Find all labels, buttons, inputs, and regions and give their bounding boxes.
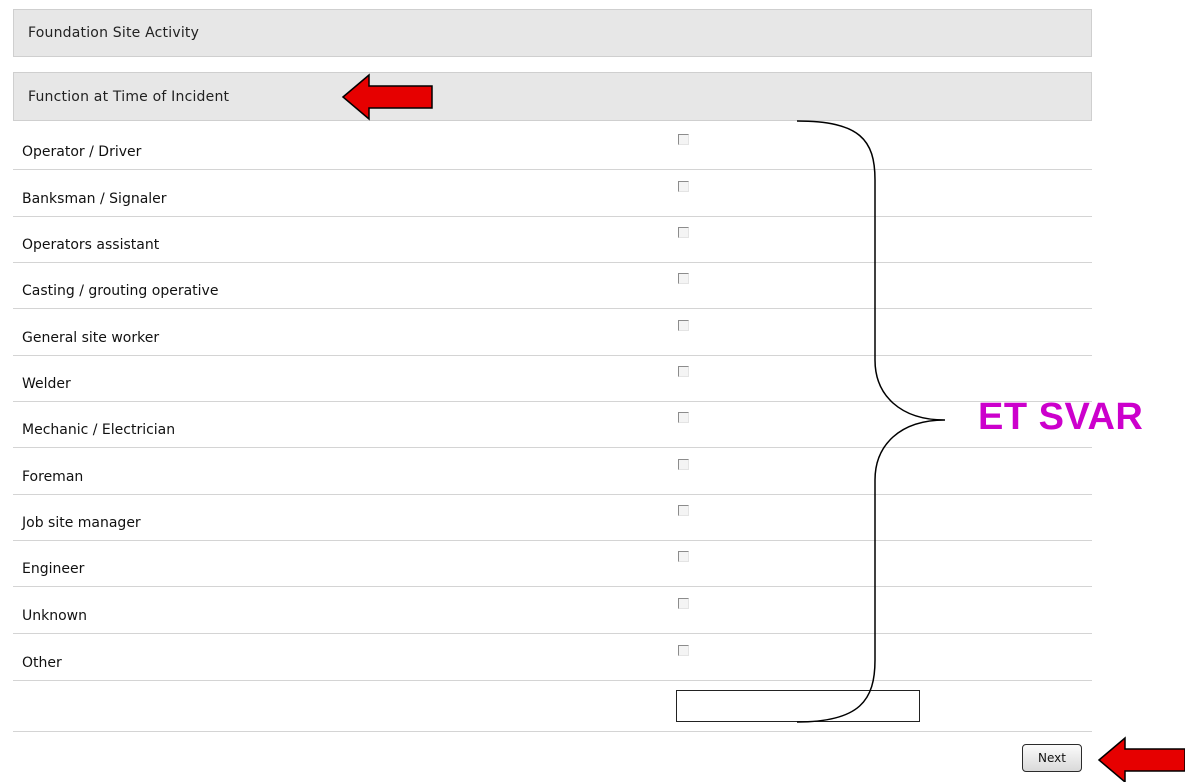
option-label: Mechanic / Electrician (22, 422, 176, 438)
option-label: Casting / grouting operative (22, 283, 219, 299)
option-checkbox[interactable] (678, 551, 689, 562)
next-button[interactable]: Next (1022, 744, 1082, 772)
option-label: Welder (22, 376, 71, 392)
option-row: Unknown (13, 588, 1092, 634)
section-header-foundation-site-activity: Foundation Site Activity (13, 9, 1092, 57)
section-title: Function at Time of Incident (28, 88, 230, 105)
option-checkbox[interactable] (678, 366, 689, 377)
option-row: Casting / grouting operative (13, 263, 1092, 309)
option-row: Other (13, 635, 1092, 681)
option-label: Banksman / Signaler (22, 191, 167, 207)
section-title: Foundation Site Activity (28, 25, 200, 41)
other-text-row (13, 684, 1092, 732)
option-checkbox[interactable] (678, 459, 689, 470)
option-checkbox[interactable] (678, 412, 689, 423)
option-row: Mechanic / Electrician (13, 402, 1092, 448)
option-label: Engineer (22, 561, 85, 577)
option-row: Job site manager (13, 495, 1092, 541)
option-row: Welder (13, 356, 1092, 402)
option-row: Operator / Driver (13, 124, 1092, 170)
option-label: General site worker (22, 330, 160, 346)
other-text-input[interactable] (676, 690, 920, 722)
option-checkbox[interactable] (678, 134, 689, 145)
option-row: Engineer (13, 541, 1092, 587)
option-label: Foreman (22, 469, 84, 485)
option-row: Banksman / Signaler (13, 171, 1092, 217)
option-checkbox[interactable] (678, 505, 689, 516)
option-checkbox[interactable] (678, 273, 689, 284)
option-label: Other (22, 655, 62, 671)
option-checkbox[interactable] (678, 227, 689, 238)
left-arrow-icon (1097, 736, 1185, 782)
option-label: Operator / Driver (22, 144, 142, 160)
option-row: Foreman (13, 449, 1092, 495)
option-row: Operators assistant (13, 217, 1092, 263)
option-checkbox[interactable] (678, 181, 689, 192)
section-header-function-at-time-of-incident: Function at Time of Incident (13, 72, 1092, 121)
option-row: General site worker (13, 310, 1092, 356)
option-label: Job site manager (22, 515, 141, 531)
annotation-label: ET SVAR (978, 396, 1144, 438)
option-checkbox[interactable] (678, 320, 689, 331)
option-checkbox[interactable] (678, 598, 689, 609)
option-label: Unknown (22, 608, 87, 624)
option-checkbox[interactable] (678, 645, 689, 656)
option-label: Operators assistant (22, 237, 160, 253)
